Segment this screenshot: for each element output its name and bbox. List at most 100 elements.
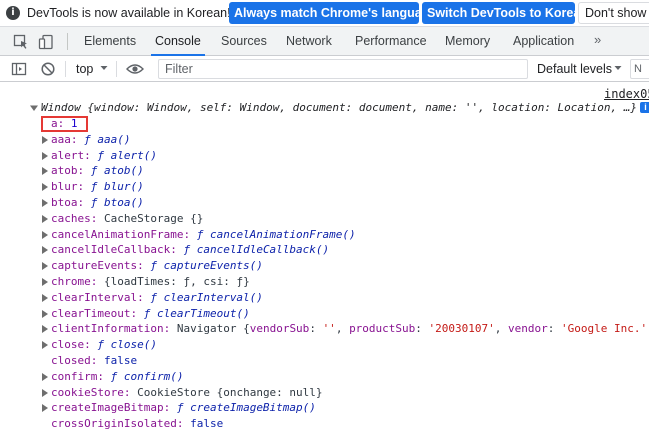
property-value: ƒ clearTimeout() bbox=[143, 306, 250, 320]
property-row[interactable]: clientInformation: Navigator {vendorSub:… bbox=[0, 321, 649, 337]
expand-right-icon[interactable] bbox=[42, 135, 48, 144]
info-icon: i bbox=[6, 6, 20, 20]
property-separator: : bbox=[84, 148, 98, 162]
property-value: ƒ cancelIdleCallback() bbox=[183, 243, 330, 257]
property-value: false bbox=[104, 354, 138, 367]
dont-show-button[interactable]: Don't show bbox=[578, 2, 649, 24]
tab-console[interactable]: Console bbox=[151, 27, 205, 56]
property-value: ƒ blur() bbox=[90, 180, 144, 194]
property-row[interactable]: clearInterval: ƒ clearInterval() bbox=[0, 290, 649, 306]
property-row[interactable]: clearTimeout: ƒ clearTimeout() bbox=[0, 306, 649, 322]
expand-right-icon[interactable] bbox=[42, 167, 48, 176]
property-row: crossOriginIsolated: false bbox=[0, 416, 649, 432]
expand-right-icon[interactable] bbox=[42, 214, 48, 223]
expand-right-icon[interactable] bbox=[42, 262, 48, 271]
property-row: closed: false bbox=[0, 353, 649, 369]
device-toolbar-icon[interactable] bbox=[38, 34, 54, 50]
issues-button[interactable]: N bbox=[630, 59, 649, 79]
property-row[interactable]: close: ƒ close() bbox=[0, 337, 649, 353]
expand-right-icon[interactable] bbox=[42, 325, 48, 334]
property-key: cancelIdleCallback bbox=[51, 243, 171, 257]
tab-elements[interactable]: Elements bbox=[84, 27, 136, 55]
property-row[interactable]: caches: CacheStorage {} bbox=[0, 211, 649, 227]
property-row[interactable]: captureEvents: ƒ captureEvents() bbox=[0, 258, 649, 274]
property-row[interactable]: atob: ƒ atob() bbox=[0, 163, 649, 179]
property-key: clearTimeout bbox=[51, 306, 131, 320]
expand-right-icon[interactable] bbox=[42, 246, 48, 255]
console-output: index05 Window {window: Window, self: Wi… bbox=[0, 82, 649, 433]
property-text: atob: ƒ atob() bbox=[51, 163, 144, 179]
property-key: blur bbox=[51, 180, 78, 194]
property-key: close bbox=[51, 338, 85, 352]
tab-network[interactable]: Network bbox=[286, 27, 332, 55]
expand-right-icon[interactable] bbox=[42, 388, 48, 397]
property-row: a: 1 bbox=[0, 116, 649, 132]
expand-right-icon[interactable] bbox=[42, 293, 48, 302]
property-separator: : bbox=[90, 211, 104, 225]
tab-performance[interactable]: Performance bbox=[355, 27, 427, 55]
property-value: Navigator {vendorSub: '', productSub: '2… bbox=[176, 322, 649, 336]
expand-right-icon[interactable] bbox=[42, 341, 48, 350]
property-row[interactable]: blur: ƒ blur() bbox=[0, 179, 649, 195]
expand-right-icon[interactable] bbox=[42, 404, 48, 413]
context-selector[interactable]: top bbox=[76, 62, 93, 76]
property-value: ƒ close() bbox=[97, 338, 157, 352]
property-value: ƒ confirm() bbox=[110, 369, 184, 383]
property-text: caches: CacheStorage {} bbox=[51, 211, 203, 227]
log-levels-dropdown[interactable]: Default levels bbox=[537, 62, 612, 76]
property-text: alert: ƒ alert() bbox=[51, 148, 157, 164]
expand-right-icon[interactable] bbox=[42, 309, 48, 318]
always-match-language-button[interactable]: Always match Chrome's language bbox=[229, 2, 436, 24]
expand-right-icon[interactable] bbox=[42, 151, 48, 160]
inspect-element-icon[interactable] bbox=[13, 34, 29, 50]
property-separator: : bbox=[183, 227, 197, 241]
switch-to-korean-button[interactable]: Switch DevTools to Korean bbox=[422, 2, 588, 24]
expand-down-icon[interactable] bbox=[30, 104, 38, 112]
expand-right-icon[interactable] bbox=[42, 183, 48, 192]
property-separator: : bbox=[97, 369, 111, 383]
expand-right-icon[interactable] bbox=[42, 199, 48, 207]
tab-application[interactable]: Application bbox=[513, 27, 574, 55]
filter-input[interactable] bbox=[158, 59, 528, 79]
info-badge-icon[interactable]: i bbox=[640, 102, 649, 113]
property-row[interactable]: cancelAnimationFrame: ƒ cancelAnimationF… bbox=[0, 227, 649, 243]
property-separator: : bbox=[77, 196, 91, 209]
property-text: closed: false bbox=[51, 353, 137, 369]
property-row[interactable]: alert: ƒ alert() bbox=[0, 148, 649, 164]
expand-right-icon[interactable] bbox=[42, 372, 48, 381]
eye-icon[interactable] bbox=[126, 61, 144, 77]
chevron-down-icon[interactable] bbox=[614, 64, 622, 72]
property-text: cancelAnimationFrame: ƒ cancelAnimationF… bbox=[51, 227, 356, 243]
property-key: closed bbox=[51, 354, 91, 367]
expand-right-icon[interactable] bbox=[42, 230, 48, 239]
property-key: clientInformation bbox=[51, 322, 164, 336]
more-tabs-icon[interactable]: » bbox=[594, 32, 601, 47]
window-object-summary[interactable]: Window {window: Window, self: Window, do… bbox=[41, 101, 637, 114]
highlight-annotation bbox=[41, 116, 88, 132]
expand-right-icon[interactable] bbox=[42, 278, 48, 286]
property-separator: : bbox=[170, 243, 184, 257]
property-row[interactable]: cookieStore: CookieStore {onchange: null… bbox=[0, 385, 649, 401]
property-row[interactable]: createImageBitmap: ƒ createImageBitmap() bbox=[0, 400, 649, 416]
property-value: CacheStorage {} bbox=[104, 211, 204, 225]
property-separator: : bbox=[84, 338, 98, 352]
property-text: blur: ƒ blur() bbox=[51, 179, 144, 195]
clear-console-icon[interactable] bbox=[40, 61, 56, 77]
chevron-down-icon[interactable] bbox=[100, 64, 108, 72]
property-row[interactable]: cancelIdleCallback: ƒ cancelIdleCallback… bbox=[0, 242, 649, 258]
property-row[interactable]: aaa: ƒ aaa() bbox=[0, 132, 649, 148]
property-row[interactable]: btoa: ƒ btoa() bbox=[0, 195, 649, 211]
property-key: atob bbox=[51, 164, 78, 178]
property-value: {loadTimes: ƒ, csi: ƒ} bbox=[104, 275, 250, 288]
property-text: confirm: ƒ confirm() bbox=[51, 369, 183, 385]
tab-sources[interactable]: Sources bbox=[221, 27, 267, 55]
property-row[interactable]: chrome: {loadTimes: ƒ, csi: ƒ} bbox=[0, 274, 649, 290]
source-link[interactable]: index05 bbox=[604, 87, 649, 101]
tab-memory[interactable]: Memory bbox=[445, 27, 490, 55]
property-row[interactable]: confirm: ƒ confirm() bbox=[0, 369, 649, 385]
sidebar-toggle-icon[interactable] bbox=[11, 61, 27, 77]
property-separator: : bbox=[130, 306, 144, 320]
property-text: clientInformation: Navigator {vendorSub:… bbox=[51, 321, 649, 337]
property-separator: : bbox=[163, 401, 177, 415]
property-text: createImageBitmap: ƒ createImageBitmap() bbox=[51, 400, 316, 416]
